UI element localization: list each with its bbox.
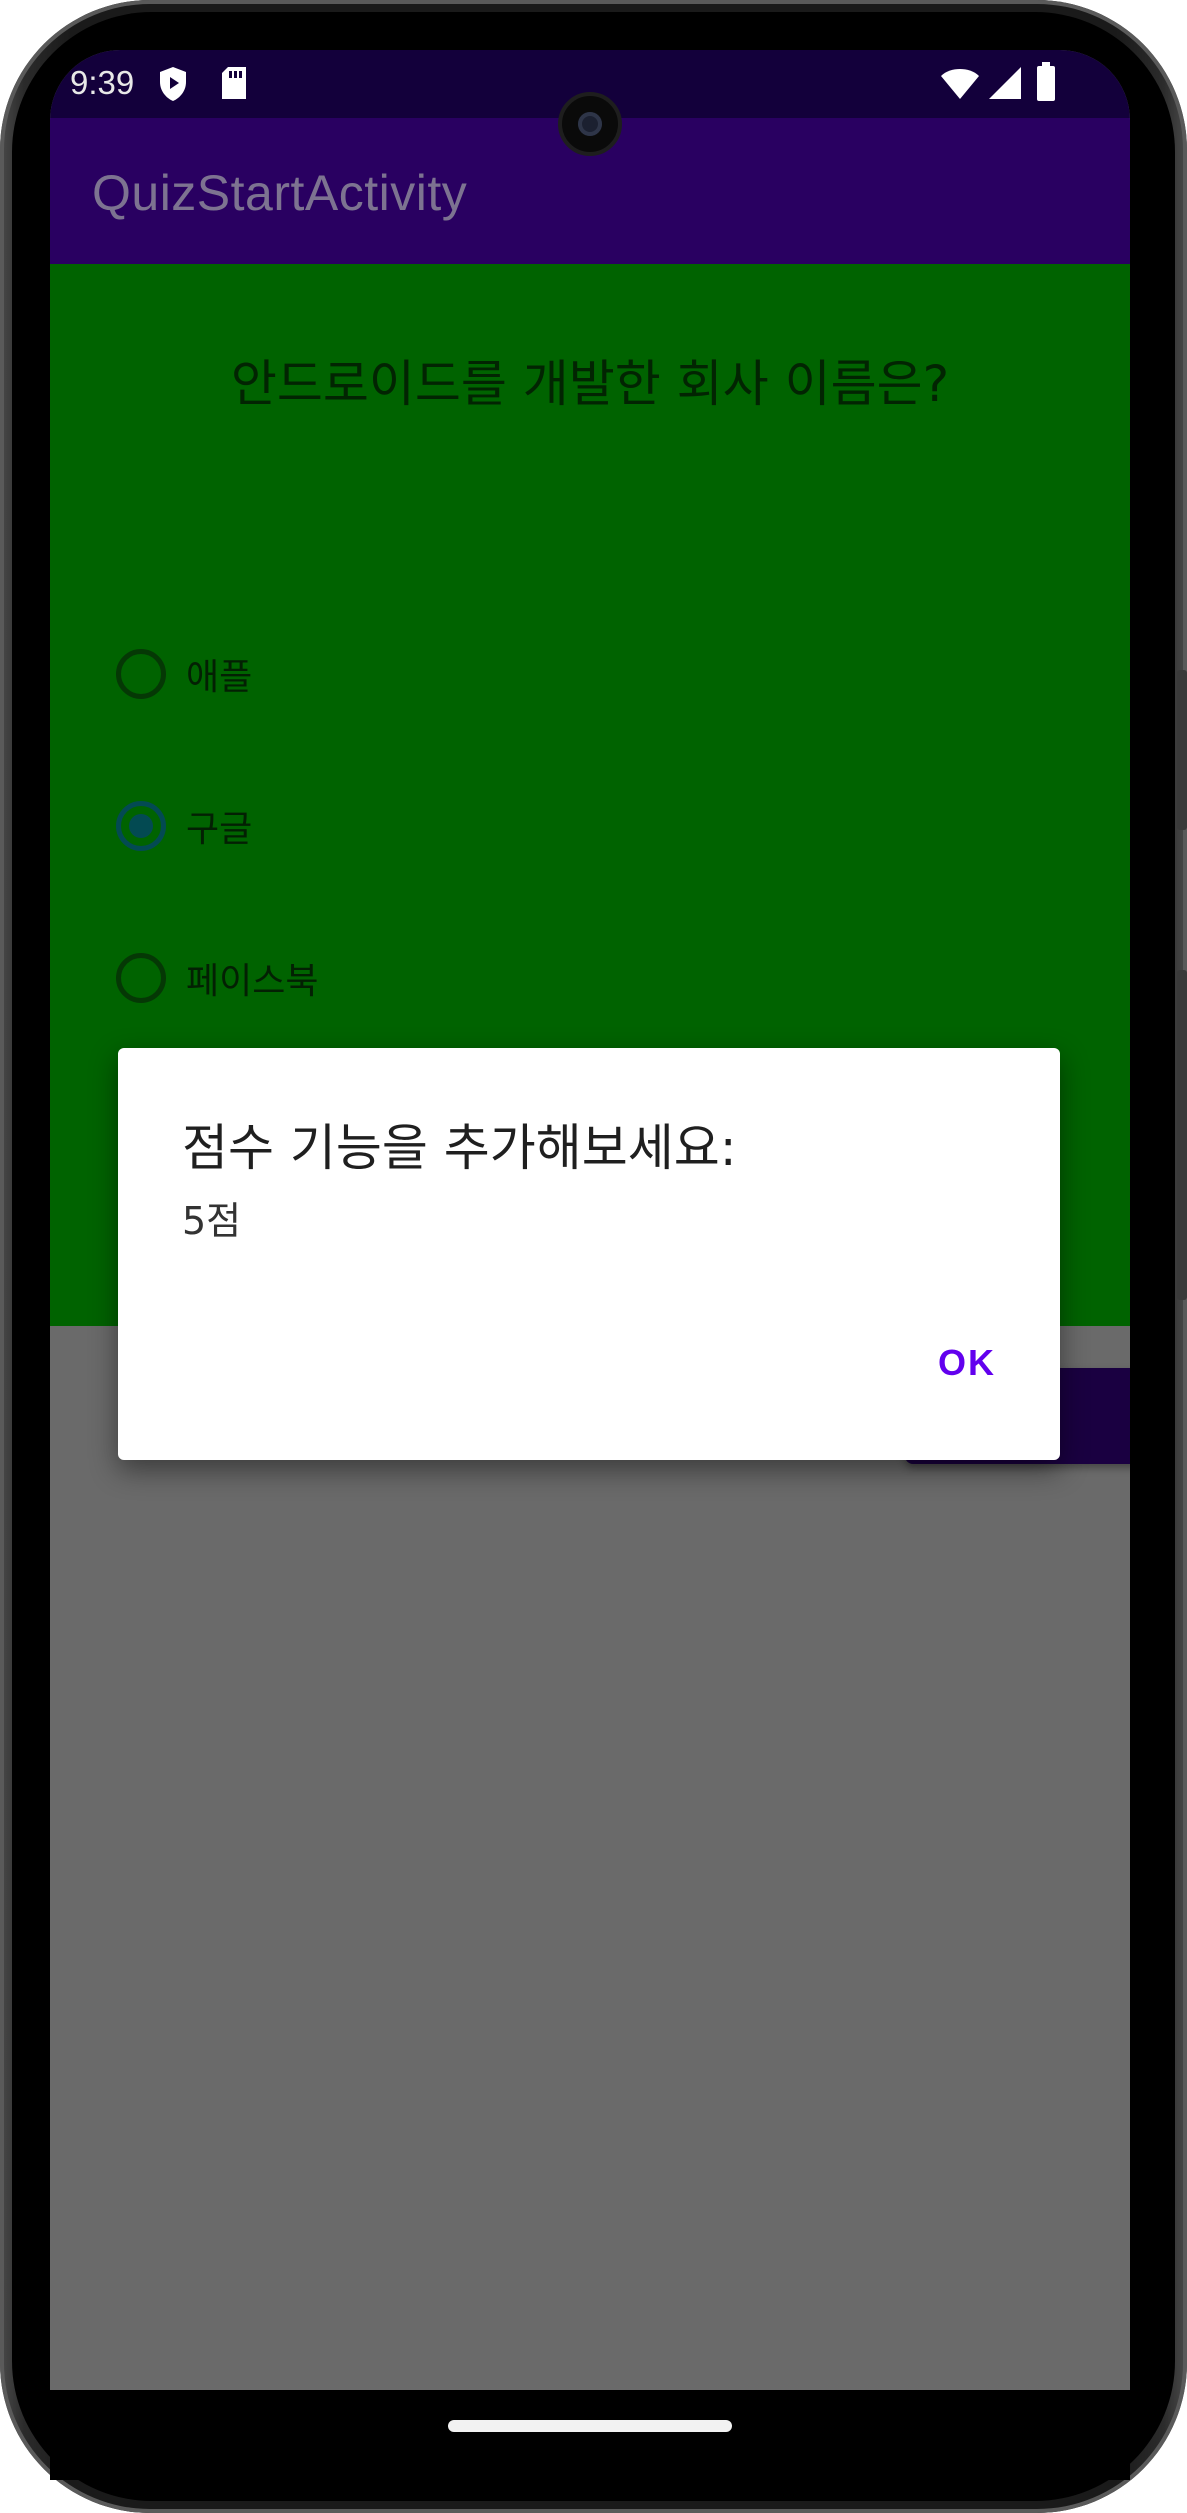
front-camera xyxy=(558,92,622,156)
ok-button[interactable]: OK xyxy=(938,1342,996,1384)
home-gesture-handle[interactable] xyxy=(448,2420,732,2432)
screen: 9:39 QuizStartActivity 안드로이드를 개발한 회사 이름은… xyxy=(50,50,1130,2390)
radio-unchecked-icon xyxy=(116,649,166,699)
status-time: 9:39 xyxy=(70,64,135,101)
app-title: QuizStartActivity xyxy=(92,165,468,221)
dialog-message: 5점 xyxy=(182,1199,242,1243)
option-label: 애플 xyxy=(186,657,253,698)
signal-icon xyxy=(988,66,1022,104)
dialog-title: 점수 기능을 추가해보세요: xyxy=(182,1119,737,1177)
option-google[interactable]: 구글 xyxy=(116,796,252,856)
option-label: 페이스북 xyxy=(186,961,319,1002)
battery-icon xyxy=(1036,62,1056,106)
wifi-icon xyxy=(940,68,980,104)
quiz-question: 안드로이드를 개발한 회사 이름은? xyxy=(230,355,950,413)
navigation-bar xyxy=(50,2390,1130,2480)
option-apple[interactable]: 애플 xyxy=(116,644,252,704)
sd-card-icon xyxy=(220,66,248,104)
shield-icon xyxy=(158,66,188,106)
volume-button xyxy=(1177,670,1187,830)
score-dialog: 점수 기능을 추가해보세요: 5점 OK xyxy=(118,1048,1060,1460)
option-label: 구글 xyxy=(186,809,253,850)
power-button xyxy=(1177,970,1187,1300)
radio-unchecked-icon xyxy=(116,953,166,1003)
radio-checked-icon xyxy=(116,801,166,851)
option-facebook[interactable]: 페이스북 xyxy=(116,948,318,1008)
phone-frame: 9:39 QuizStartActivity 안드로이드를 개발한 회사 이름은… xyxy=(0,0,1187,2513)
